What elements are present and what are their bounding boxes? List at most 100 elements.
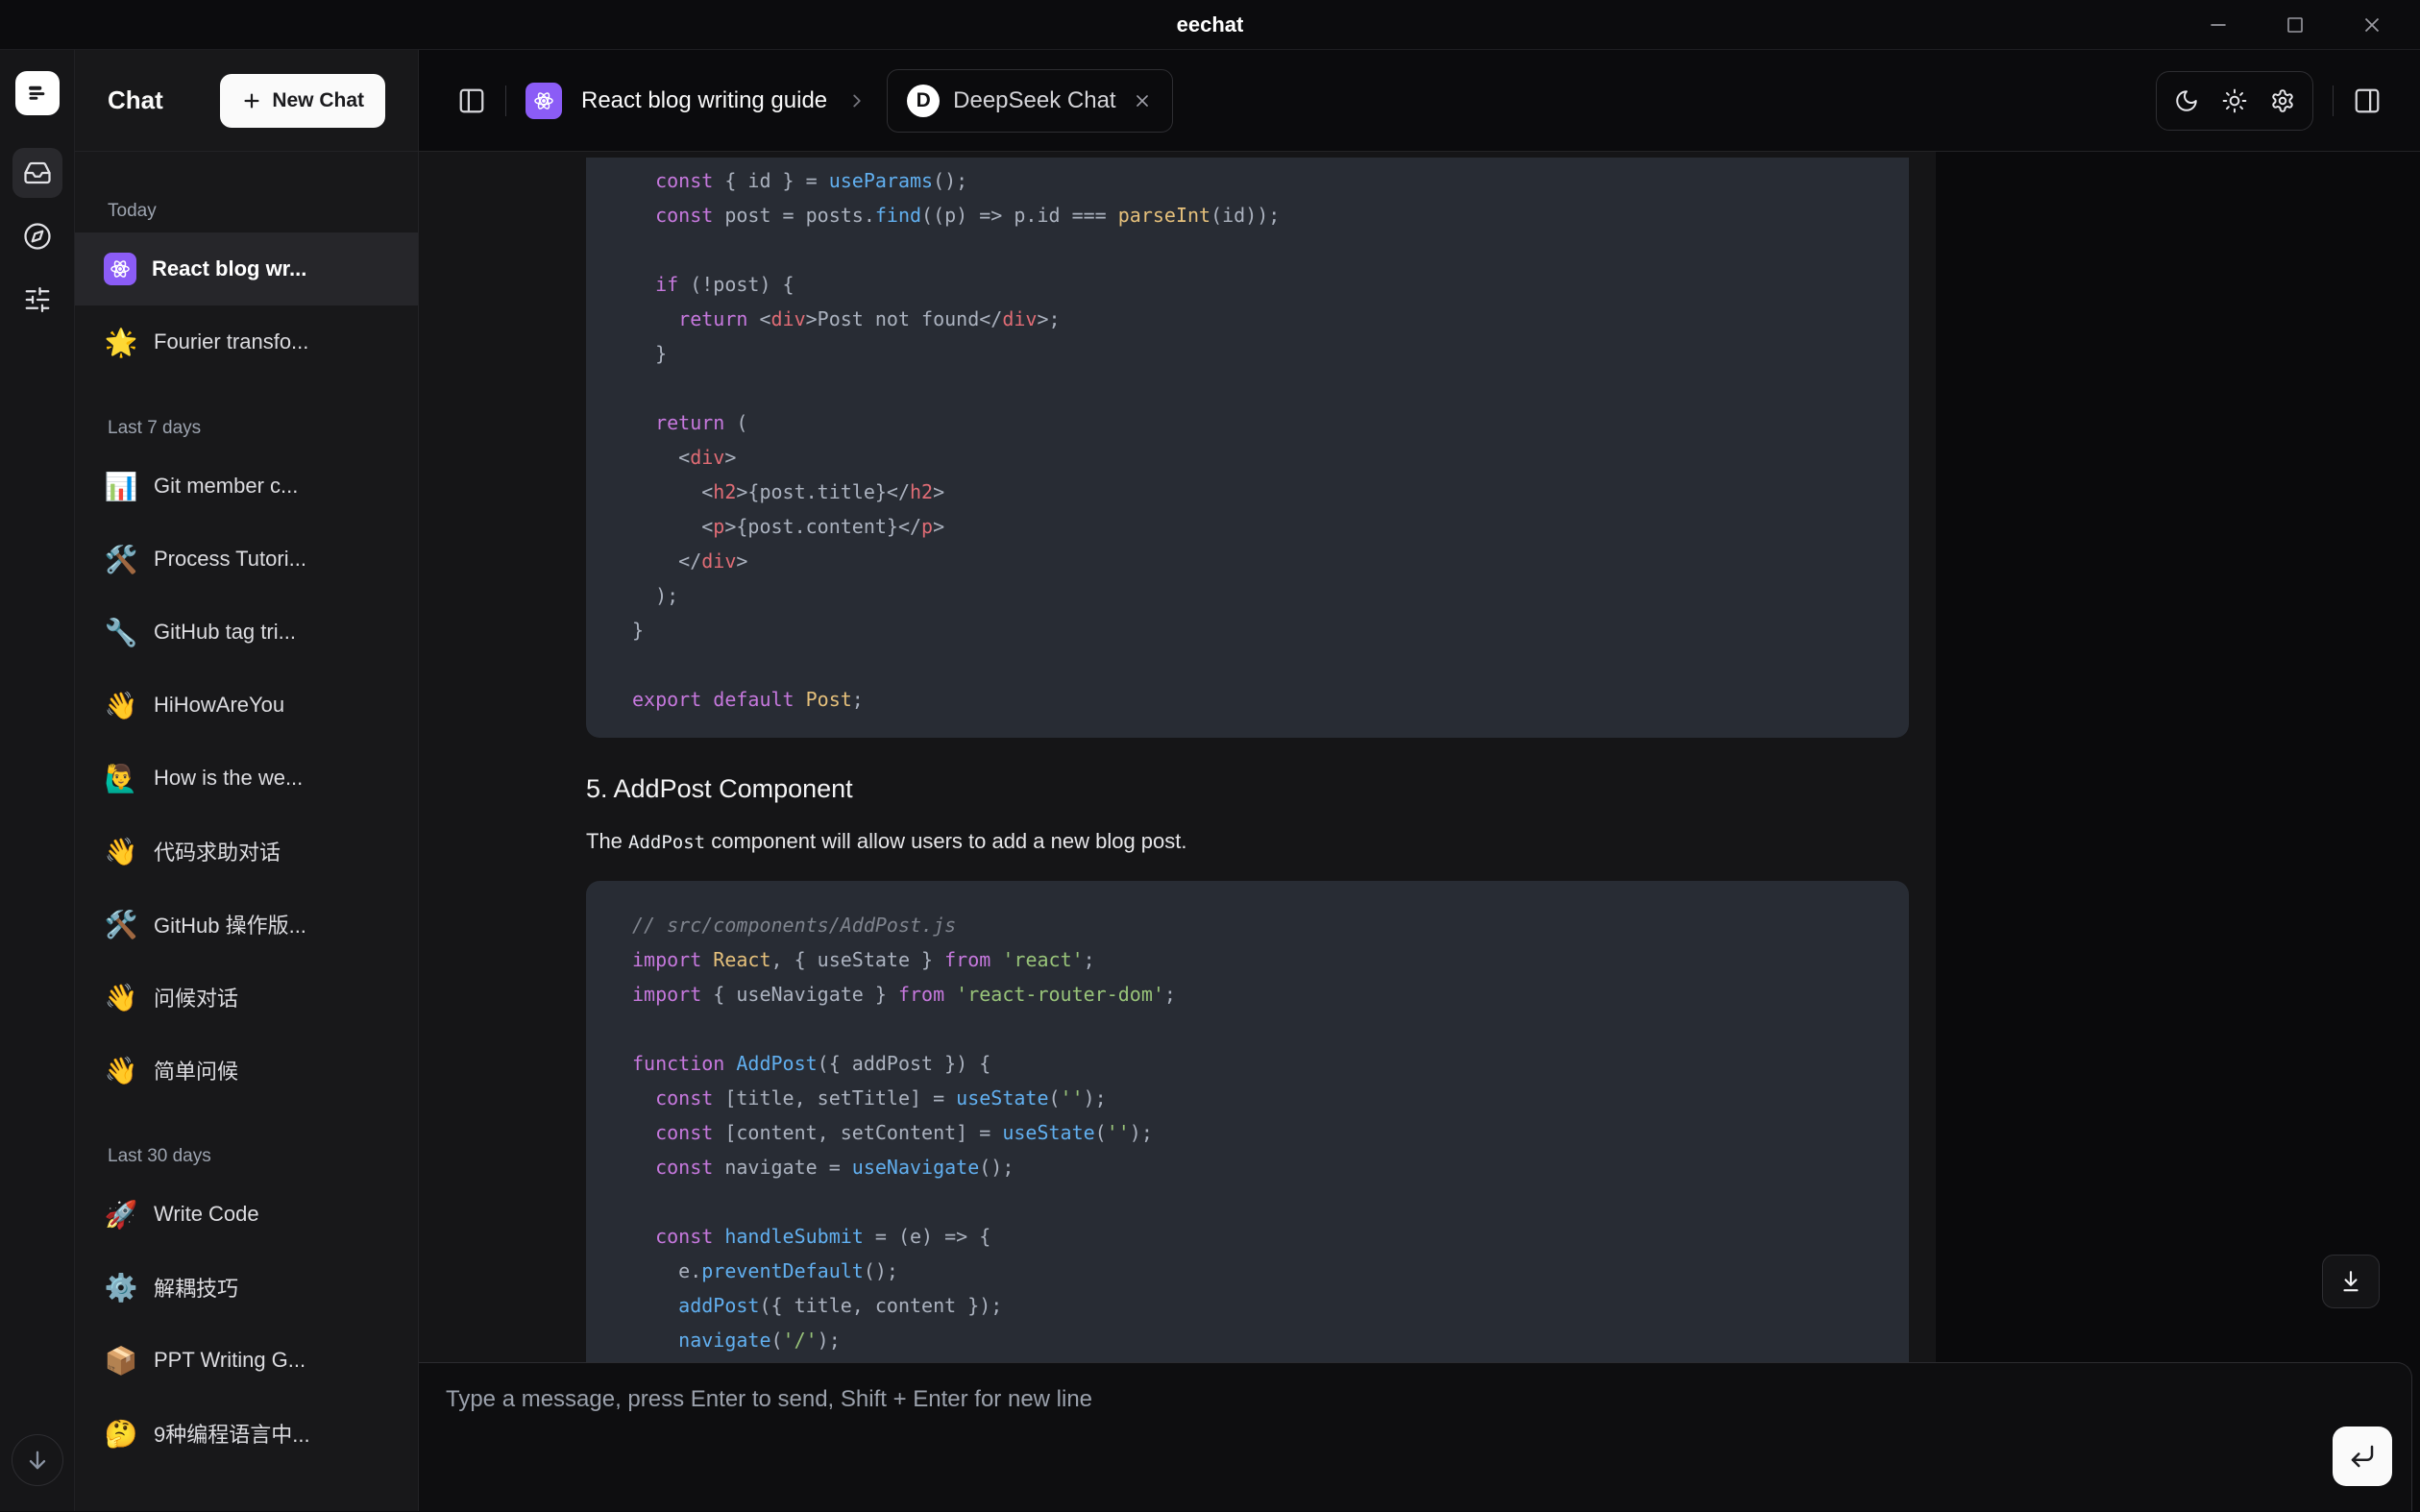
chat-list-item[interactable]: 📊 Git member c... — [75, 450, 418, 523]
section-label: Last 7 days — [75, 407, 418, 450]
code-block-post-component: const { id } = useParams(); const post =… — [586, 158, 1909, 738]
chat-list-item[interactable]: 👋简单问候 — [75, 1034, 418, 1107]
new-chat-button[interactable]: New Chat — [220, 74, 385, 128]
chat-item-label: GitHub 操作版... — [154, 909, 306, 939]
composer: Type a message, press Enter to send, Shi… — [419, 1362, 2412, 1511]
arrow-down-icon — [24, 1447, 51, 1474]
nav-rail — [0, 50, 75, 1511]
main-area: React blog writing guide D DeepSeek Chat — [419, 50, 2420, 1511]
sidebar-title: Chat — [108, 85, 163, 115]
maximize-icon — [2284, 13, 2307, 37]
emoji-icon: 🌟 — [104, 327, 138, 358]
emoji-icon: 🔧 — [104, 617, 138, 648]
rail-item-chats[interactable] — [12, 148, 62, 198]
chat-item-label: GitHub tag tri... — [154, 620, 296, 645]
emoji-icon: 🙋‍♂️ — [104, 763, 138, 794]
minimize-button[interactable] — [2180, 0, 2257, 49]
chat-content: const { id } = useParams(); const post =… — [419, 152, 2420, 1362]
chat-list-item[interactable]: 📦 PPT Writing G... — [75, 1324, 418, 1397]
chat-item-label: How is the we... — [154, 766, 303, 791]
send-button[interactable] — [2333, 1427, 2392, 1486]
header-divider — [505, 85, 506, 116]
chat-item-label: 简单问候 — [154, 1055, 238, 1085]
header-divider — [2333, 85, 2334, 116]
emoji-icon: ⚙️ — [104, 1272, 138, 1304]
window-title: eechat — [1177, 12, 1244, 37]
chat-item-label: PPT Writing G... — [154, 1348, 306, 1373]
chat-list: Today React blog wr...🌟Fourier transfo..… — [75, 152, 418, 1511]
chat-list-item[interactable]: 🔧 GitHub tag tri... — [75, 596, 418, 669]
enter-return-icon — [2348, 1442, 2377, 1471]
arrow-down-to-line-icon — [2338, 1269, 2363, 1294]
emoji-icon: 🚀 — [104, 1199, 138, 1231]
inbox-icon — [23, 159, 52, 187]
rail-scroll-down-button[interactable] — [12, 1434, 63, 1486]
section-heading: 5. AddPost Component — [586, 774, 1909, 804]
emoji-icon: 👋 — [104, 982, 138, 1013]
new-chat-label: New Chat — [272, 89, 364, 112]
gear-icon — [2270, 88, 2295, 113]
close-tab-button[interactable] — [1132, 90, 1153, 111]
chat-list-item[interactable]: 👋 HiHowAreYou — [75, 669, 418, 742]
code-block-addpost: // src/components/AddPost.jsimport React… — [586, 881, 1909, 1362]
app-window: eechat — [0, 0, 2420, 1512]
compass-icon — [23, 222, 52, 251]
model-tab-label: DeepSeek Chat — [953, 87, 1115, 114]
chat-list-item[interactable]: 👋 问候对话 — [75, 961, 418, 1034]
rail-item-settings[interactable] — [12, 275, 62, 325]
chat-scroll-area[interactable]: const { id } = useParams(); const post =… — [419, 152, 1936, 1362]
chat-list-item[interactable]: 🌟 Fourier transfo... — [75, 305, 418, 378]
sun-icon — [2222, 88, 2247, 113]
chat-list-item[interactable]: ⚙️ 解耦技巧 — [75, 1251, 418, 1324]
chat-list-item[interactable]: 👋代码求助对话 — [75, 815, 418, 888]
theme-switcher — [2156, 71, 2313, 131]
chat-list-item[interactable]: 🛠️ Process Tutori... — [75, 523, 418, 596]
settings-button[interactable] — [2261, 79, 2305, 123]
emoji-icon: 🤔 — [104, 1418, 138, 1450]
model-tab[interactable]: D DeepSeek Chat — [887, 69, 1172, 133]
app-logo[interactable] — [15, 71, 60, 115]
scroll-to-bottom-button[interactable] — [2322, 1255, 2380, 1308]
chat-item-label: React blog wr... — [152, 256, 306, 281]
conversation-title: React blog writing guide — [581, 87, 827, 114]
close-button[interactable] — [2334, 0, 2410, 49]
emoji-icon: 📊 — [104, 471, 138, 502]
titlebar: eechat — [0, 0, 2420, 50]
sliders-icon — [23, 285, 52, 314]
emoji-icon: 🛠️ — [104, 544, 138, 575]
assistant-message: const { id } = useParams(); const post =… — [586, 152, 1909, 1362]
inline-code: AddPost — [628, 832, 705, 853]
chat-list-item[interactable]: 🚀 Write Code — [75, 1178, 418, 1251]
chat-item-label: Fourier transfo... — [154, 329, 308, 354]
maximize-button[interactable] — [2257, 0, 2334, 49]
toggle-sidebar-button[interactable] — [457, 86, 486, 115]
panel-right-icon — [2353, 86, 2382, 115]
app-logo-notes-icon — [24, 80, 51, 107]
main-header: React blog writing guide D DeepSeek Chat — [419, 50, 2420, 152]
minimize-icon — [2206, 12, 2231, 37]
conversation-icon — [526, 83, 562, 119]
chat-list-item[interactable]: React blog wr... — [75, 232, 418, 305]
light-mode-button[interactable] — [2212, 79, 2257, 123]
chat-item-label: HiHowAreYou — [154, 693, 284, 718]
chat-item-label: Write Code — [154, 1202, 259, 1227]
close-icon — [1132, 90, 1153, 111]
chat-item-label: 问候对话 — [154, 982, 238, 1012]
dark-mode-button[interactable] — [2164, 79, 2209, 123]
section-label: Last 30 days — [75, 1135, 418, 1178]
chevron-right-icon — [846, 90, 868, 111]
rail-item-discover[interactable] — [12, 211, 62, 261]
message-paragraph: The AddPost component will allow users t… — [586, 829, 1909, 854]
message-input[interactable]: Type a message, press Enter to send, Shi… — [446, 1386, 2384, 1413]
chat-list-item[interactable]: 🤔9种编程语言中... — [75, 1397, 418, 1470]
panel-left-icon — [457, 86, 486, 115]
chat-list-item[interactable]: 🛠️GitHub 操作版... — [75, 888, 418, 961]
chat-item-label: Process Tutori... — [154, 547, 306, 572]
chat-list-item[interactable]: 🙋‍♂️ How is the we... — [75, 742, 418, 815]
chat-item-label: Git member c... — [154, 474, 298, 499]
chat-item-label: 解耦技巧 — [154, 1272, 238, 1303]
plus-icon — [241, 90, 262, 111]
emoji-icon: 👋 — [104, 690, 138, 721]
toggle-right-panel-button[interactable] — [2353, 86, 2382, 115]
emoji-icon: 📦 — [104, 1345, 138, 1377]
